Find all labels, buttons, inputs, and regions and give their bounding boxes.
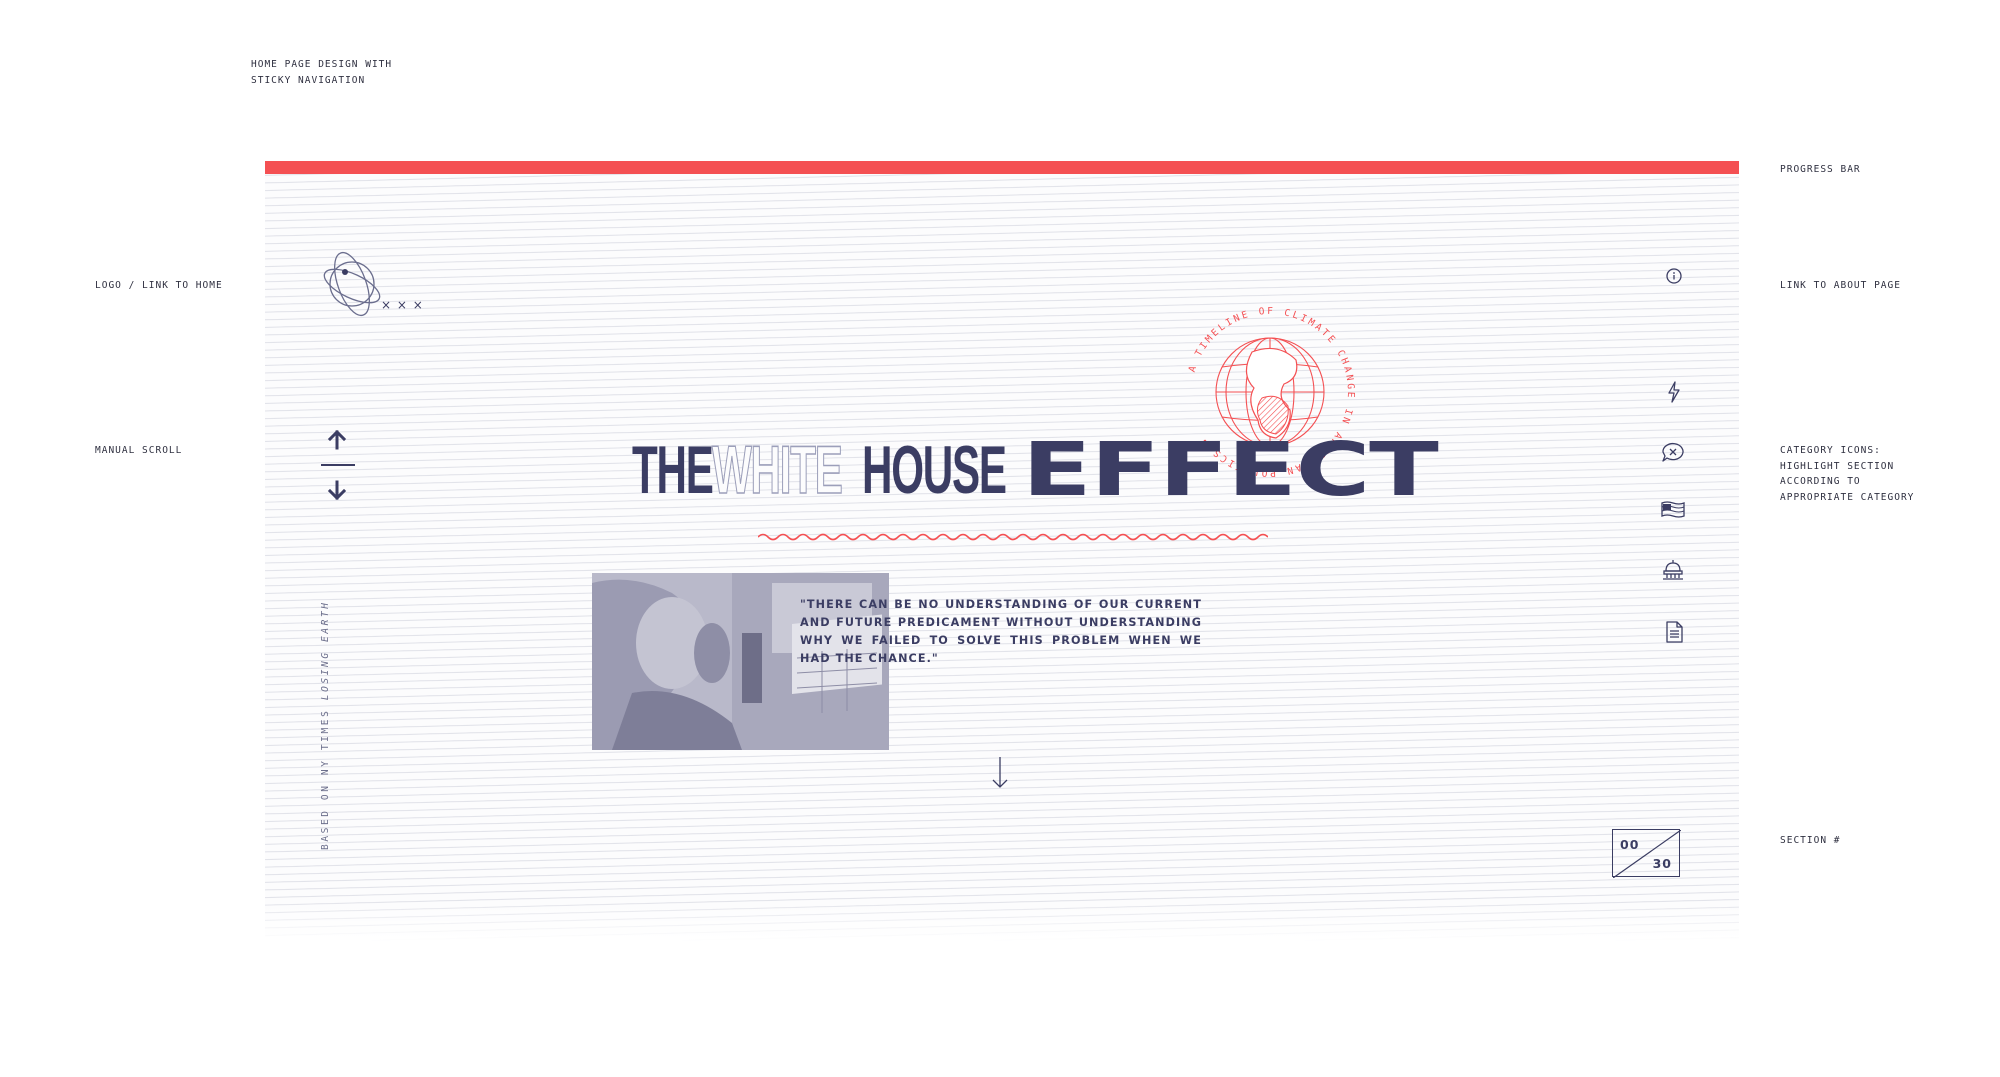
logo-link-annotation: LOGO / LINK TO HOME [95, 280, 223, 291]
wavy-underline [758, 533, 1268, 541]
title-house: HOUSE [862, 432, 1007, 508]
arrow-down-thin-icon [992, 757, 1008, 788]
document-icon [1666, 621, 1683, 643]
orbit-logo-icon [323, 251, 381, 317]
info-circle-icon [1666, 268, 1682, 284]
page-canvas [265, 161, 1739, 941]
category-button-policy[interactable] [1659, 498, 1687, 522]
category-button-debate[interactable] [1660, 440, 1686, 464]
logo-marks: × × × [381, 298, 424, 312]
arrow-up-icon [327, 429, 347, 450]
progress-bar-annotation: PROGRESS BAR [1780, 164, 1861, 175]
title-the: THE [632, 432, 714, 508]
page-title: THE WHITE HOUSE EFFECT [632, 432, 1439, 508]
category-icons-annotation: CATEGORY ICONS: HIGHLIGHT SECTION ACCORD… [1780, 443, 1914, 505]
flag-icon [1661, 501, 1685, 518]
category-button-documents[interactable] [1662, 620, 1686, 644]
logo-link[interactable]: × × × [318, 244, 428, 324]
scroll-down-button[interactable] [326, 480, 348, 502]
about-link[interactable] [1662, 264, 1686, 288]
about-link-annotation: LINK TO ABOUT PAGE [1780, 280, 1901, 291]
design-title-line2: STICKY NAVIGATION [251, 74, 366, 86]
credit-text: BASED ON NY TIMES LOSING EARTH [320, 600, 331, 850]
category-button-energy[interactable] [1662, 380, 1686, 404]
credit-prefix: BASED ON NY TIMES [320, 700, 331, 850]
chat-x-icon [1662, 442, 1684, 462]
arrow-down-icon [327, 480, 347, 501]
category-icons-line2: HIGHLIGHT SECTION [1780, 460, 1895, 472]
section-total: 30 [1652, 856, 1672, 871]
manual-scroll-annotation: MANUAL SCROLL [95, 445, 183, 456]
category-icons-line1: CATEGORY ICONS: [1780, 445, 1881, 456]
progress-bar [265, 161, 1739, 174]
next-section-button[interactable] [990, 755, 1010, 791]
capitol-dome-icon [1663, 560, 1683, 580]
section-number-annotation: SECTION # [1780, 835, 1841, 846]
section-counter: 00 30 [1612, 829, 1681, 878]
category-icons-line4: APPROPRIATE CATEGORY [1780, 491, 1915, 503]
scroll-up-button[interactable] [326, 428, 348, 450]
scroll-divider [321, 464, 355, 466]
category-icons-line3: ACCORDING TO [1780, 476, 1861, 487]
section-current: 00 [1620, 837, 1640, 852]
title-white: WHITE [712, 432, 844, 508]
credit-book-title: LOSING EARTH [320, 600, 331, 701]
title-effect: EFFECT [1022, 427, 1439, 513]
design-title-annotation: HOME PAGE DESIGN WITH STICKY NAVIGATION [251, 57, 392, 88]
category-button-government[interactable] [1660, 558, 1686, 582]
hero-quote: "THERE CAN BE NO UNDERSTANDING OF OUR CU… [800, 598, 1202, 665]
lightning-icon [1668, 381, 1680, 403]
design-title-line1: HOME PAGE DESIGN WITH [251, 59, 393, 70]
